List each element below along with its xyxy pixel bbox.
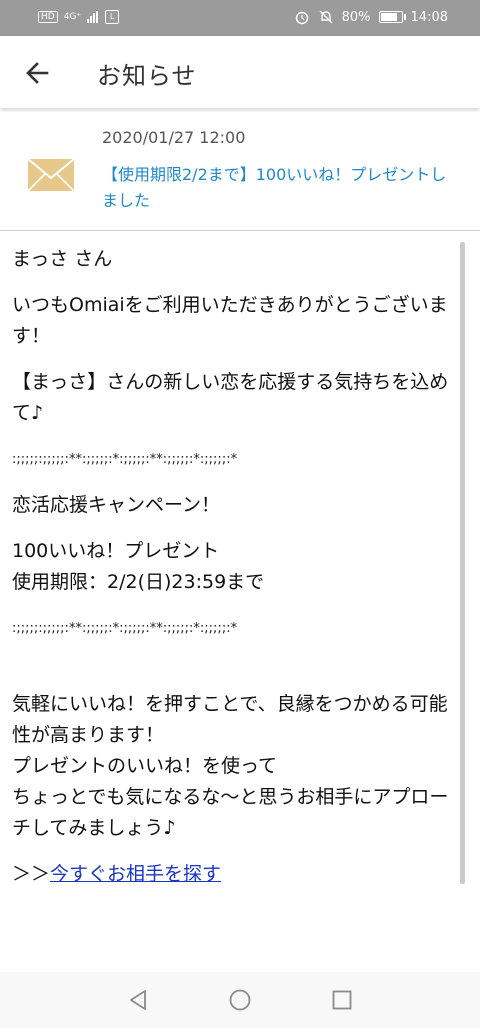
square-recents-icon (332, 990, 352, 1010)
greeting: まっさ さん (12, 248, 113, 270)
network-type: 4G⁺ (63, 11, 82, 22)
nav-home-button[interactable] (228, 988, 252, 1012)
triangle-back-icon (130, 990, 146, 1010)
scrollbar[interactable] (460, 242, 465, 884)
alarm-icon (295, 11, 308, 25)
battery-fill (380, 13, 397, 21)
paragraph-use-present: プレゼントのいいね！を使って (12, 755, 278, 777)
decoration-line: :;;;;;:;;;;;:**:;;;;;:*:;;;;;:**:;;;;;:*… (12, 452, 238, 467)
battery-percent: 80% (341, 9, 371, 25)
notice-date: 2020/01/27 12:00 (102, 128, 246, 147)
clock: 14:08 (410, 9, 448, 25)
cta-line: ＞＞今すぐお相手を探す (12, 859, 462, 890)
app-notification-icon: L (105, 10, 120, 24)
paragraph-thanks: いつもOmiaiをご利用いただきありがとうございます！ (12, 294, 448, 347)
page-title: お知らせ (97, 62, 197, 90)
signal-icon (87, 11, 99, 23)
status-left: HD 4G⁺ L (38, 10, 120, 24)
message-body: まっさ さん いつもOmiaiをご利用いただきありがとうございます！ 【まっさ】… (12, 244, 462, 890)
notice-header: 2020/01/27 12:00 【使用期限2/2まで】100いいね！プレゼント… (0, 112, 480, 231)
app-bar: お知らせ (0, 36, 480, 108)
system-nav-bar (0, 972, 480, 1028)
arrow-back-icon (26, 62, 49, 84)
paragraph-approach: ちょっとでも気になるな〜と思うお相手にアプローチしてみましょう♪ (12, 786, 449, 839)
hd-indicator: HD (38, 11, 58, 23)
expiry-line: 使用期限：2/2(日)23:59まで (12, 571, 265, 593)
present-line: 100いいね！プレゼント (12, 540, 220, 562)
decoration-line: :;;;;;:;;;;;:**:;;;;;:*:;;;;;:**:;;;;;:*… (12, 621, 238, 636)
battery-icon (378, 11, 406, 23)
status-bar: HD 4G⁺ L 80% 14:08 (0, 0, 480, 36)
nav-back-button[interactable] (126, 988, 150, 1012)
circle-home-icon (229, 989, 251, 1011)
cta-prefix: ＞＞ (12, 863, 51, 885)
find-partner-link[interactable]: 今すぐお相手を探す (50, 863, 221, 885)
campaign-title: 恋活応援キャンペーン！ (12, 494, 221, 516)
notice-subject: 【使用期限2/2まで】100いいね！プレゼントしました (102, 165, 447, 210)
status-right: 80% 14:08 (294, 9, 448, 25)
paragraph-encourage: 気軽にいいね！を押すことで、良縁をつかめる可能性が高まります！ (12, 693, 448, 746)
paragraph-support: 【まっさ】さんの新しい恋を応援する気持ちを込めて♪ (12, 371, 449, 424)
back-button[interactable] (22, 58, 52, 88)
mail-icon (28, 159, 74, 191)
nav-recents-button[interactable] (330, 988, 354, 1012)
mute-icon (319, 10, 333, 24)
